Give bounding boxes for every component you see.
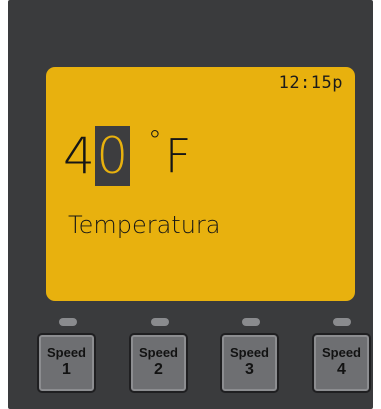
speed-1-label: Speed: [46, 345, 86, 360]
temperature-unit: °F: [148, 126, 191, 186]
speed-4-button[interactable]: Speed 4: [312, 333, 371, 393]
speed-1-button[interactable]: Speed 1: [37, 333, 96, 393]
mode-label: Temperatura: [68, 211, 221, 239]
temperature-digit-tens: 4: [63, 127, 95, 185]
speed-1-indicator-light: [59, 318, 77, 326]
temperature-digit-ones-selected: 0: [94, 126, 130, 186]
speed-3-button[interactable]: Speed 3: [220, 333, 279, 393]
speed-2-number: 2: [154, 361, 163, 378]
temperature-readout: 4 0 °F: [63, 126, 191, 186]
speed-4-indicator-light: [333, 318, 351, 326]
lcd-display: 12:15p 4 0 °F Temperatura: [46, 67, 355, 301]
clock-readout: 12:15p: [278, 73, 343, 93]
speed-2-label: Speed: [138, 345, 178, 360]
speed-1-number: 1: [62, 361, 71, 378]
unit-letter: F: [164, 129, 192, 183]
control-panel: 12:15p 4 0 °F Temperatura Speed 1 Speed …: [8, 0, 373, 409]
speed-3-indicator-light: [242, 318, 260, 326]
speed-2-button[interactable]: Speed 2: [129, 333, 188, 393]
speed-3-number: 3: [245, 361, 254, 378]
speed-4-label: Speed: [321, 345, 361, 360]
speed-2-indicator-light: [151, 318, 169, 326]
speed-4-number: 4: [337, 361, 346, 378]
speed-3-label: Speed: [229, 345, 269, 360]
degree-symbol: °: [147, 124, 162, 157]
